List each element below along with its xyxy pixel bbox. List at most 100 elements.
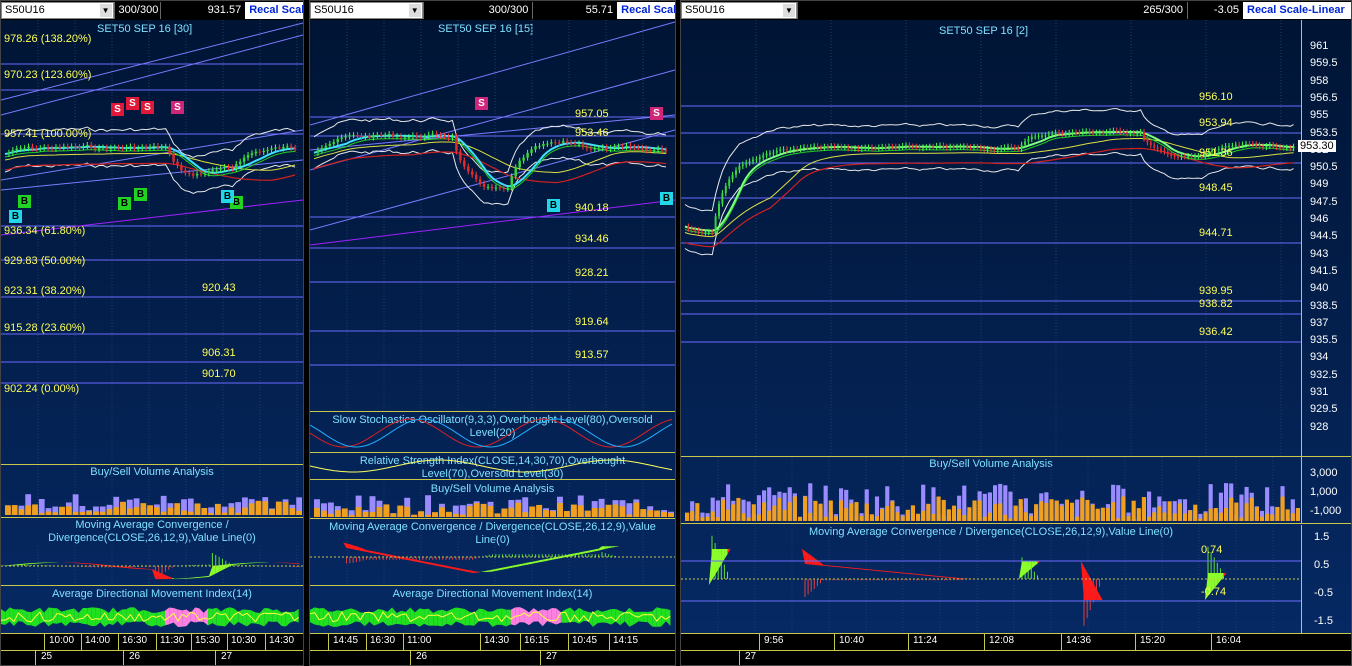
chart-pane-middle[interactable]: S50U16 ▼ 300/300 55.71 Recal Scal SET50 S… (309, 0, 676, 666)
rsi-chart[interactable] (310, 453, 675, 479)
macd-chart[interactable] (1, 546, 303, 586)
chevron-down-icon[interactable]: ▼ (783, 4, 795, 17)
recal-scale-button[interactable]: Recal Scal (617, 2, 675, 19)
sell-signal[interactable]: S (650, 107, 663, 120)
pane-divider[interactable] (310, 479, 675, 480)
buy-signal[interactable]: B (221, 190, 234, 203)
sell-signal[interactable]: S (141, 101, 154, 114)
level-label: 956.10 (1199, 91, 1233, 103)
candle (1071, 132, 1074, 134)
candle (199, 173, 203, 175)
level-label: 913.57 (575, 349, 609, 361)
macd-ribbon (222, 564, 226, 571)
buy-signal[interactable]: B (134, 188, 147, 201)
symbol-select[interactable]: S50U16 ▼ (681, 2, 797, 19)
macd-ribbon (422, 561, 427, 564)
candle (1037, 135, 1040, 137)
sell-signal[interactable]: S (111, 103, 124, 116)
price-chart[interactable] (310, 20, 675, 412)
macd-ribbon (842, 566, 846, 568)
pane-divider[interactable] (1, 517, 303, 518)
candle (911, 146, 914, 148)
pane-divider[interactable] (310, 411, 675, 412)
candle (932, 146, 935, 148)
chart-pane-right[interactable]: S50U16 ▼ 265/300 -3.05 Recal Scale-Linear… (680, 0, 1352, 666)
time-tick: 15:20 (1140, 635, 1166, 646)
candle (324, 145, 328, 148)
macd-ribbon (1018, 561, 1022, 579)
volume-bar (1116, 518, 1121, 521)
price-axis[interactable]: 961959.5958956.5955953.5952950.5949947.5… (1301, 20, 1351, 456)
buy-signal[interactable]: B (547, 199, 560, 212)
candle (1024, 141, 1026, 145)
recal-scale-button[interactable]: Recal Scal (245, 2, 303, 19)
macd-ribbon (442, 565, 447, 568)
chevron-down-icon[interactable]: ▼ (99, 4, 112, 17)
candle (613, 146, 616, 148)
symbol-select[interactable]: S50U16 ▼ (1, 2, 114, 19)
adx-band (156, 611, 161, 627)
volume-bar (993, 504, 998, 521)
volume-bar (1105, 508, 1111, 521)
candle (399, 136, 403, 138)
pane-divider[interactable] (310, 585, 675, 586)
macd-ribbon (172, 577, 176, 580)
macd-ribbon (419, 560, 423, 564)
candle (711, 232, 714, 234)
last-value: -3.05 (1187, 2, 1243, 19)
adx-band (216, 607, 222, 626)
macd-chart[interactable] (310, 529, 675, 585)
macd-ribbon (916, 573, 920, 576)
volume-chart[interactable] (310, 483, 675, 519)
pane-divider[interactable] (1, 464, 303, 465)
pane-divider[interactable] (310, 518, 675, 519)
volume-bar (174, 503, 181, 515)
buy-signal[interactable]: B (18, 195, 31, 208)
candle (925, 147, 928, 149)
candle (762, 155, 765, 158)
volume-bar (1213, 508, 1218, 521)
candle (1282, 147, 1285, 149)
symbol-value: S50U16 (685, 4, 725, 16)
candle (901, 145, 904, 147)
fib-level: 923.31 (38.20%) (4, 285, 86, 297)
pane-divider[interactable] (681, 523, 1351, 524)
macd-ribbon (829, 565, 833, 567)
adx-chart[interactable] (1, 601, 303, 633)
trend-line (310, 21, 675, 126)
chevron-down-icon[interactable]: ▼ (408, 4, 421, 17)
adx-chart[interactable] (310, 601, 675, 633)
price-chart[interactable] (1, 20, 303, 482)
stochastic-chart[interactable] (310, 414, 675, 452)
recal-scale-button[interactable]: Recal Scale-Linear (1243, 2, 1351, 19)
macd-ribbon (1084, 566, 1088, 600)
candle (11, 150, 15, 153)
candle (117, 147, 120, 149)
volume-bar (1254, 506, 1259, 521)
sell-signal[interactable]: S (126, 97, 139, 110)
buy-signal[interactable]: B (118, 197, 131, 210)
volume-bar (1126, 516, 1131, 521)
volume-axis: 3,000 1,000 -1,000 (1301, 457, 1351, 523)
candle (89, 144, 93, 148)
buy-signal[interactable]: B (660, 192, 673, 205)
sell-signal[interactable]: S (171, 101, 184, 114)
symbol-select[interactable]: S50U16 ▼ (310, 2, 423, 19)
volume-chart[interactable] (1, 481, 303, 517)
macd-chart[interactable] (681, 525, 1301, 633)
macd-ribbon (456, 567, 460, 571)
chart-pane-left[interactable]: S50U16 ▼ 300/300 931.57 Recal Scal SET50 … (0, 0, 304, 666)
sell-signal[interactable]: S (475, 97, 488, 110)
candle (1027, 139, 1030, 142)
macd-axis-tick: 0.5 (1314, 559, 1330, 571)
volume-bar (1147, 516, 1152, 521)
buy-signal[interactable]: B (9, 210, 22, 223)
macd-ribbon (515, 564, 520, 567)
volume-bar (194, 503, 201, 515)
volume-bar (1244, 503, 1249, 521)
macd-ribbon (205, 575, 210, 578)
pane-divider[interactable] (1, 585, 303, 586)
volume-bar (480, 503, 487, 517)
volume-chart[interactable] (681, 457, 1301, 523)
fib-level: 957.41 (100.00%) (4, 128, 92, 140)
